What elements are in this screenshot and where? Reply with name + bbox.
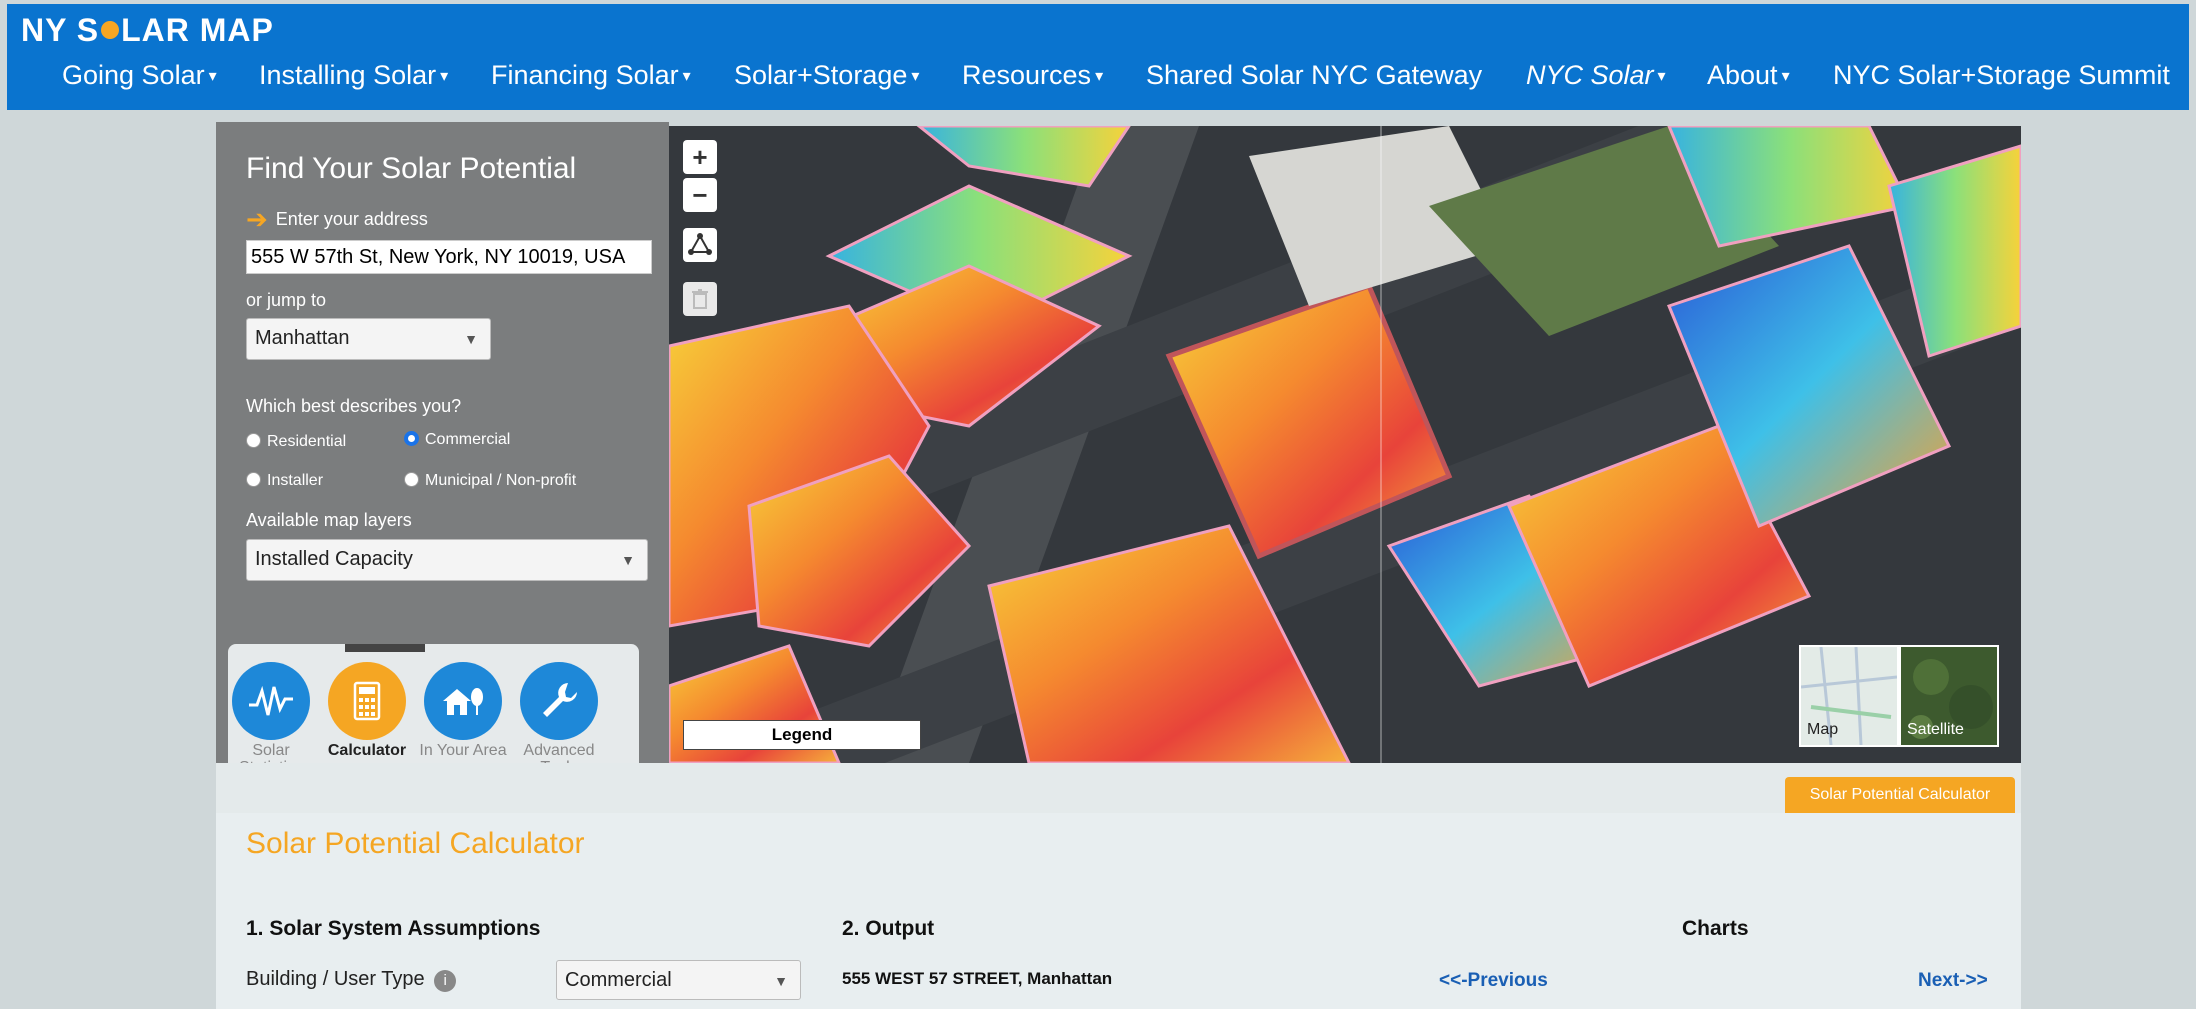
main-nav: Going Solar ▾ Installing Solar ▾ Financing… [7,60,2189,96]
radio-installer[interactable]: Installer [246,472,323,490]
nav-about[interactable]: About ▾ [1707,60,1790,91]
nav-label: Resources [962,60,1092,90]
assumptions-heading: 1. Solar System Assumptions [246,917,541,940]
radio-municipal[interactable]: Municipal / Non-profit [404,472,576,490]
radio-button[interactable] [246,472,261,487]
dropdown-arrow-icon: ▼ [464,331,478,347]
wrench-icon [520,662,598,740]
radio-commercial[interactable]: Commercial [404,431,510,449]
dropdown-arrow-icon: ▼ [774,973,788,989]
tool-label: In Your Area [419,742,507,759]
tool-solar-statistics[interactable]: Solar Statistics [226,662,316,776]
output-address: 555 WEST 57 STREET, Manhattan [842,969,1113,988]
calculator-body: Solar Potential Calculator 1. Solar Syst… [216,813,2021,1009]
nav-nyc-solar[interactable]: NYC Solar ▾ [1526,60,1666,91]
caret-icon: ▾ [208,68,217,85]
basemap-label: Satellite [1907,721,1964,738]
arrow-right-icon: ➔ [246,204,268,234]
radio-button-selected[interactable] [404,431,419,446]
nav-going-solar[interactable]: Going Solar ▾ [62,60,217,91]
dropdown-arrow-icon: ▼ [621,552,635,568]
legend-button[interactable]: Legend [683,720,921,750]
nav-label: About [1707,60,1778,90]
nav-label: Going Solar [62,60,205,90]
nav-solar-storage[interactable]: Solar+Storage ▾ [734,60,919,91]
radio-label: Commercial [425,431,511,448]
describe-label: Which best describes you? [246,396,462,416]
caret-icon: ▾ [440,68,449,85]
user-type-text: Building / User Type [246,968,425,990]
output-heading: 2. Output [842,917,935,940]
layers-select[interactable]: Installed Capacity ▼ [246,539,648,581]
tool-label: Calculator [327,742,407,759]
radio-label: Municipal / Non-profit [425,472,577,489]
radio-button[interactable] [246,433,261,448]
active-tool-indicator [345,644,425,652]
top-navigation-bar: NY S LAR MAP Going Solar ▾ Installing Sola… [7,4,2189,110]
jump-to-value: Manhattan [255,327,350,349]
statistics-icon [232,662,310,740]
trash-icon [692,289,708,309]
caret-icon: ▾ [682,68,691,85]
nav-summit[interactable]: NYC Solar+Storage Summit [1833,60,2170,91]
caret-icon: ▾ [1095,68,1104,85]
layers-value: Installed Capacity [255,548,413,570]
user-type-label: Building / User Type i [246,968,457,992]
search-panel: Find Your Solar Potential ➔ Enter your ad… [216,122,669,776]
logo[interactable]: NY S LAR MAP [21,12,274,49]
address-prompt-label: Enter your address [275,209,428,229]
solar-map[interactable]: + − Legend Map Satellite [669,126,2021,763]
radio-label: Residential [267,433,347,450]
caret-icon: ▾ [1657,68,1666,85]
charts-heading: Charts [1682,917,1749,940]
info-icon[interactable]: i [434,970,457,992]
zoom-out-button[interactable]: − [683,178,717,212]
calculator-title: Solar Potential Calculator [246,827,585,860]
house-tree-icon [424,662,502,740]
previous-link[interactable]: <<-Previous [1439,970,1548,992]
address-prompt: ➔ Enter your address [246,204,428,235]
nav-label: Shared Solar NYC Gateway [1146,60,1483,90]
draw-polygon-icon [688,233,712,255]
nav-label: Solar+Storage [734,60,908,90]
calculator-tab[interactable]: Solar Potential Calculator [1785,777,2015,813]
layers-label: Available map layers [246,510,412,530]
nav-resources[interactable]: Resources ▾ [962,60,1103,91]
tool-advanced-tools[interactable]: Advanced Tools [514,662,604,776]
nav-label: NYC Solar [1526,60,1654,90]
nav-label: Installing Solar [259,60,437,90]
tool-in-your-area[interactable]: In Your Area [418,662,508,759]
panel-title: Find Your Solar Potential [246,152,577,185]
zoom-in-button[interactable]: + [683,140,717,174]
user-type-select[interactable]: Commercial ▼ [556,960,801,1000]
radio-button[interactable] [404,472,419,487]
nav-label: NYC Solar+Storage Summit [1833,60,2170,90]
nav-label: Financing Solar [491,60,679,90]
basemap-satellite-toggle[interactable]: Satellite [1899,645,1999,747]
radio-residential[interactable]: Residential [246,433,346,451]
basemap-map-toggle[interactable]: Map [1799,645,1899,747]
calculator-icon [328,662,406,740]
delete-button[interactable] [683,282,717,316]
tool-calculator[interactable]: Calculator [322,662,412,759]
nav-shared-solar[interactable]: Shared Solar NYC Gateway [1146,60,1482,91]
basemap-label: Map [1807,721,1839,738]
address-input[interactable] [246,240,652,274]
next-link[interactable]: Next->> [1918,970,1988,992]
caret-icon: ▾ [1781,68,1790,85]
caret-icon: ▾ [911,68,920,85]
jump-label: or jump to [246,290,327,310]
tool-tabs: Solar Statistics Calculator In Your Area… [228,644,639,776]
nav-financing-solar[interactable]: Financing Solar ▾ [491,60,691,91]
nav-installing-solar[interactable]: Installing Solar ▾ [259,60,448,91]
radio-label: Installer [267,472,324,489]
draw-polygon-button[interactable] [683,228,717,262]
calculator-section: Solar Potential Calculator Solar Potenti… [216,763,2021,1009]
user-type-value: Commercial [565,969,672,991]
jump-to-select[interactable]: Manhattan ▼ [246,318,491,360]
sun-icon [101,21,120,39]
